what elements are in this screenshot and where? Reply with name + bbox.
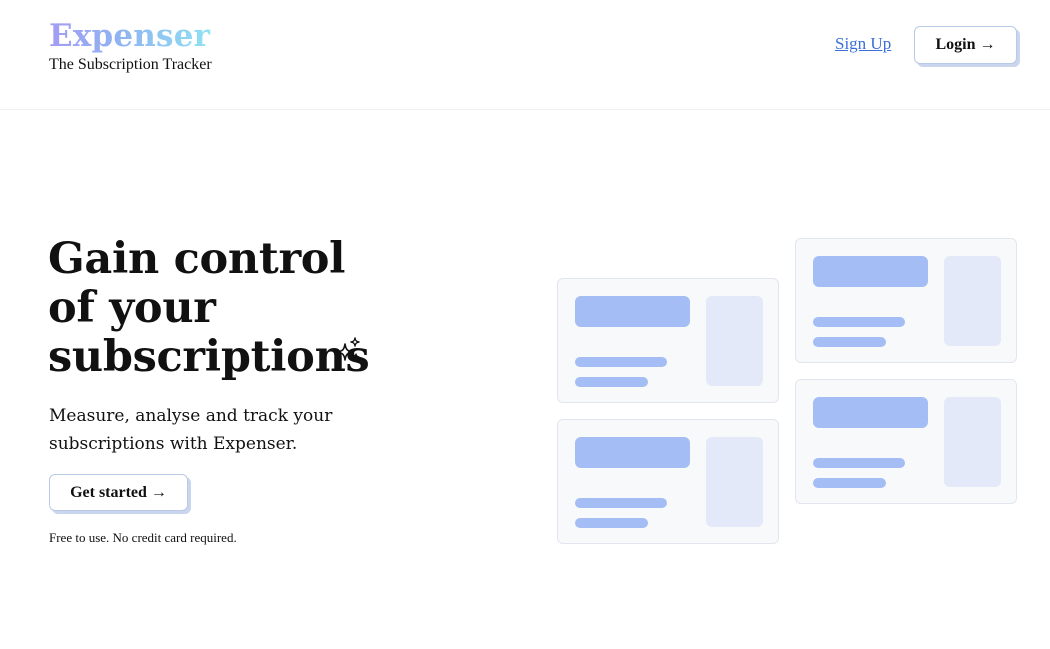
- placeholder-card: [795, 238, 1017, 363]
- card-side-block: [944, 256, 1001, 346]
- brand-tagline: The Subscription Tracker: [49, 56, 212, 73]
- login-button[interactable]: Login →: [914, 26, 1017, 64]
- card-text-line: [813, 317, 905, 327]
- arrow-right-icon: →: [150, 483, 167, 501]
- hero-subtitle: Measure, analyse and track your subscrip…: [49, 406, 333, 454]
- card-side-block: [706, 437, 763, 527]
- site-header: Expenser The Subscription Tracker Sign U…: [0, 0, 1050, 110]
- card-text-line: [575, 498, 667, 508]
- sparkle-icon: [336, 337, 360, 361]
- hero-title-line-1: Gain control: [48, 234, 346, 284]
- card-text-line: [813, 458, 905, 468]
- hero-title-line-2: of your: [48, 283, 216, 333]
- login-button-label: Login: [935, 36, 976, 53]
- placeholder-card: [557, 419, 779, 544]
- placeholder-card: [795, 379, 1017, 504]
- get-started-button[interactable]: Get started →: [49, 474, 188, 511]
- arrow-right-icon: →: [979, 36, 996, 53]
- get-started-label: Get started: [70, 483, 147, 501]
- brand[interactable]: Expenser The Subscription Tracker: [49, 18, 212, 75]
- card-header-bar: [575, 437, 690, 468]
- card-side-block: [944, 397, 1001, 487]
- signup-link[interactable]: Sign Up: [835, 34, 891, 54]
- placeholder-card: [557, 278, 779, 403]
- card-header-bar: [813, 397, 928, 428]
- card-header-bar: [575, 296, 690, 327]
- card-text-line: [575, 377, 648, 387]
- card-text-line: [575, 357, 667, 367]
- card-side-block: [706, 296, 763, 386]
- brand-logo[interactable]: Expenser: [49, 18, 212, 54]
- card-header-bar: [813, 256, 928, 287]
- card-text-line: [813, 337, 886, 347]
- card-text-line: [813, 478, 886, 488]
- card-text-line: [575, 518, 648, 528]
- fine-print: Free to use. No credit card required.: [49, 530, 237, 545]
